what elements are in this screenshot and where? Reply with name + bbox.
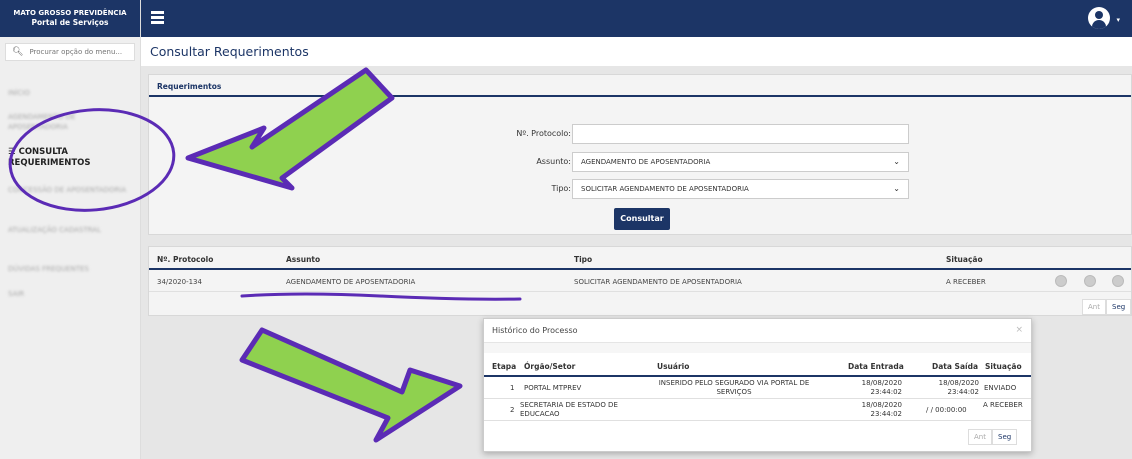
cell-tipo: SOLICITAR AGENDAMENTO DE APOSENTADORIA [574,278,742,286]
column-header: Órgão/Setor [524,362,576,371]
type-selected-value: SOLICITAR AGENDAMENTO DE APOSENTADORIA [581,185,749,193]
column-header: Situação [946,255,983,264]
brand-subtitle: Portal de Serviços [31,18,109,27]
column-header: Nº. Protocolo [157,255,214,264]
page-title: Consultar Requerimentos [150,44,309,59]
type-select[interactable]: SOLICITAR AGENDAMENTO DE APOSENTADORIA ⌄ [572,179,909,199]
cell-orgao: SECRETARIA DE ESTADO DE EDUCACAO [520,401,618,418]
subject-select[interactable]: AGENDAMENTO DE APOSENTADORIA ⌄ [572,152,909,172]
requerimentos-form-panel: Requerimentos Nº. Protocolo: Assunto: AG… [148,74,1132,235]
cell-assunto: AGENDAMENTO DE APOSENTADORIA [286,278,416,286]
prev-page-button[interactable]: Ant [1082,299,1106,315]
cell-etapa: 1 [510,384,515,392]
sidebar-item-agendamento[interactable]: AGENDAMENTO DE APOSENTADORIA [0,112,141,132]
sidebar-item-label: AGENDAMENTO DE APOSENTADORIA [8,113,76,131]
table-row: 1 PORTAL MTPREV INSERIDO PELO SEGURADO V… [484,377,1031,399]
sidebar-item-label: INÍCIO [8,89,30,97]
menu-search[interactable]: 🔍︎ [5,43,135,61]
top-bar: ▾ [141,0,1132,37]
column-header: Data Entrada [848,362,904,371]
cell-orgao: PORTAL MTPREV [524,384,582,392]
results-table-header: Nº. Protocolo Assunto Tipo Situação [149,247,1131,270]
sidebar-item-label: CONCESSÃO DE APOSENTADORIA [8,186,127,194]
sidebar-item-label: DÚVIDAS FREQUENTES [8,265,89,273]
column-header: Data Saída [932,362,979,371]
chevron-down-icon: ⌄ [893,184,900,193]
sidebar-item-label: CONSULTA REQUERIMENTOS [8,147,91,168]
cell-data-entrada: 18/08/2020 23:44:02 [861,379,902,396]
cell-situacao: ENVIADO [984,384,1017,392]
table-row[interactable]: 34/2020-134 AGENDAMENTO DE APOSENTADORIA… [149,270,1131,292]
subject-selected-value: AGENDAMENTO DE APOSENTADORIA [581,158,711,166]
protocol-input[interactable] [572,124,909,144]
type-label: Tipo: [551,184,571,193]
brand-logo[interactable]: MATO GROSSO PREVIDÊNCIA Portal de Serviç… [0,0,140,37]
chevron-down-icon: ⌄ [893,157,900,166]
subject-label: Assunto: [536,157,571,166]
panel-title: Requerimentos [149,75,1131,97]
cell-data-entrada: 18/08/2020 23:44:02 [861,401,902,418]
cell-usuario: INSERIDO PELO SEGURADO VIA PORTAL DE SER… [658,379,810,396]
cell-data-saida: / / 00:00:00 [926,406,967,414]
hamburger-menu-icon[interactable] [151,11,164,25]
sidebar-item-concessao[interactable]: CONCESSÃO DE APOSENTADORIA [0,185,141,195]
modal-title: Histórico do Processo [492,326,578,335]
cell-etapa: 2 [510,406,515,414]
cell-data-saida: 18/08/2020 23:44:02 [938,379,979,396]
cell-protocolo: 34/2020-134 [157,278,202,286]
cell-situacao: A RECEBER [983,401,1023,409]
modal-table-header: Etapa Órgão/Setor Usuário Data Entrada D… [484,353,1031,377]
caret-down-icon[interactable]: ▾ [1116,16,1120,24]
sidebar-item-duvidas[interactable]: DÚVIDAS FREQUENTES [0,264,141,274]
protocol-label: Nº. Protocolo: [516,129,571,138]
search-icon: 🔍︎ [12,47,24,57]
list-icon: ☰ [8,147,16,157]
view-icon[interactable] [1055,275,1067,287]
menu-search-input[interactable] [29,48,130,56]
column-header: Situação [985,362,1022,371]
table-row: 2 SECRETARIA DE ESTADO DE EDUCACAO 18/08… [484,399,1031,421]
brand-title: MATO GROSSO PREVIDÊNCIA [13,9,127,17]
consultar-button[interactable]: Consultar [614,208,670,230]
close-icon[interactable]: × [1015,325,1023,335]
modal-prev-page-button[interactable]: Ant [968,429,992,445]
cell-situacao: A RECEBER [946,278,986,286]
sidebar-item-sair[interactable]: SAIR [0,289,141,299]
column-header: Etapa [492,362,517,371]
info-icon[interactable] [1084,275,1096,287]
sidebar-item-label: ATUALIZAÇÃO CADASTRAL [8,226,101,234]
column-header: Assunto [286,255,321,264]
history-icon[interactable] [1112,275,1124,287]
column-header: Tipo [574,255,593,264]
modal-next-page-button[interactable]: Seg [992,429,1018,445]
sidebar-item-consulta-requerimentos[interactable]: ☰ CONSULTA REQUERIMENTOS [0,147,141,169]
sidebar-item-label: SAIR [8,290,25,298]
sidebar-item-atualizacao[interactable]: ATUALIZAÇÃO CADASTRAL [0,225,141,235]
next-page-button[interactable]: Seg [1106,299,1132,315]
results-table: Nº. Protocolo Assunto Tipo Situação 34/2… [148,246,1132,316]
sidebar-item-inicio[interactable]: INÍCIO [0,88,141,98]
user-avatar-icon[interactable] [1088,7,1110,29]
column-header: Usuário [657,362,690,371]
historico-modal: Histórico do Processo × Etapa Órgão/Seto… [483,318,1032,452]
sidebar: MATO GROSSO PREVIDÊNCIA Portal de Serviç… [0,0,141,459]
modal-header: Histórico do Processo × [484,319,1031,343]
